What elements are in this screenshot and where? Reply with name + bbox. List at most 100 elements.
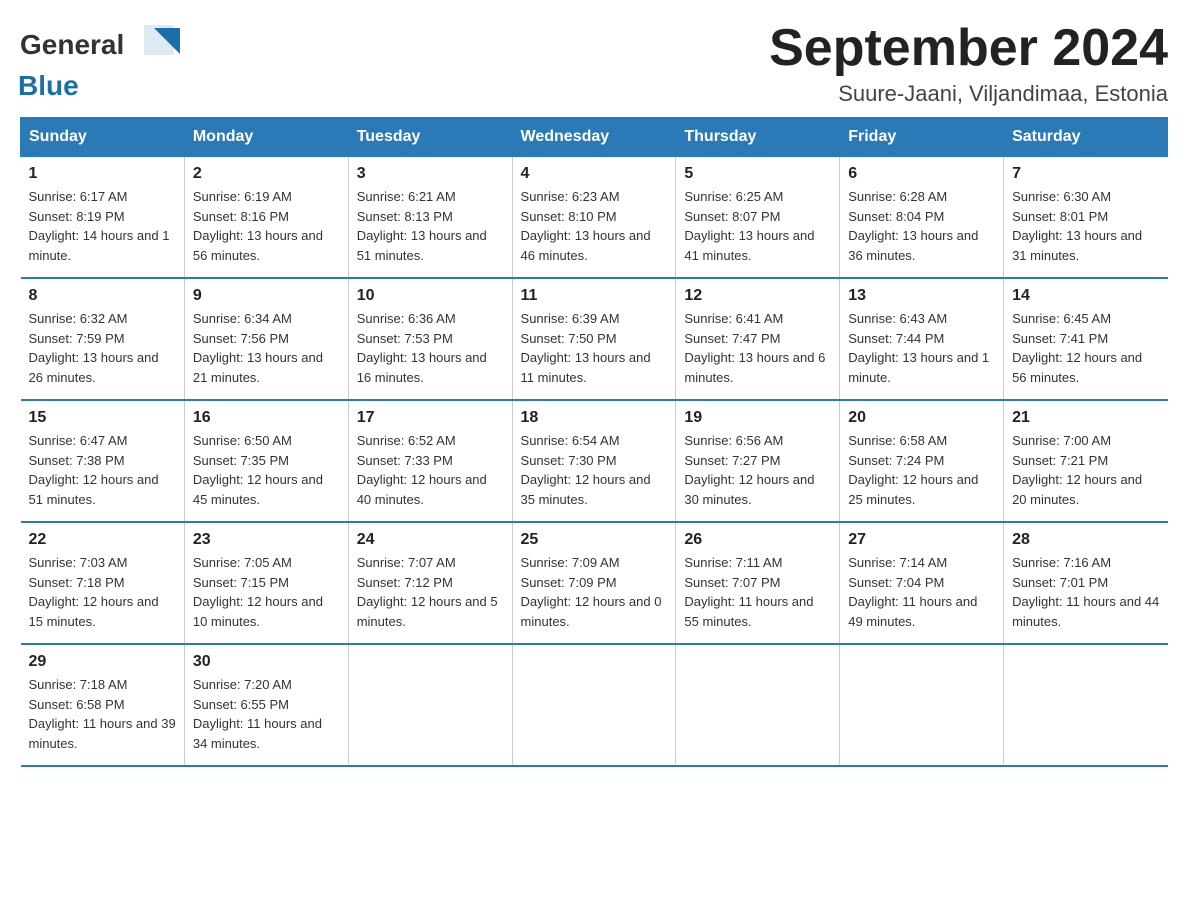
day-info: Sunrise: 6:34 AMSunset: 7:56 PMDaylight:… xyxy=(193,309,340,387)
day-number: 24 xyxy=(357,531,504,549)
day-info: Sunrise: 7:18 AMSunset: 6:58 PMDaylight:… xyxy=(29,675,176,753)
table-row: 8 Sunrise: 6:32 AMSunset: 7:59 PMDayligh… xyxy=(21,278,185,400)
table-row: 5 Sunrise: 6:25 AMSunset: 8:07 PMDayligh… xyxy=(676,157,840,279)
table-row: 29 Sunrise: 7:18 AMSunset: 6:58 PMDaylig… xyxy=(21,644,185,766)
table-row: 15 Sunrise: 6:47 AMSunset: 7:38 PMDaylig… xyxy=(21,400,185,522)
calendar-week-row: 8 Sunrise: 6:32 AMSunset: 7:59 PMDayligh… xyxy=(21,278,1168,400)
day-number: 15 xyxy=(29,409,176,427)
calendar-table: Sunday Monday Tuesday Wednesday Thursday… xyxy=(20,117,1168,767)
table-row: 17 Sunrise: 6:52 AMSunset: 7:33 PMDaylig… xyxy=(348,400,512,522)
day-number: 2 xyxy=(193,165,340,183)
day-number: 20 xyxy=(848,409,995,427)
day-number: 4 xyxy=(521,165,668,183)
table-row: 2 Sunrise: 6:19 AMSunset: 8:16 PMDayligh… xyxy=(184,157,348,279)
day-info: Sunrise: 6:32 AMSunset: 7:59 PMDaylight:… xyxy=(29,309,176,387)
col-tuesday: Tuesday xyxy=(348,118,512,157)
day-info: Sunrise: 6:19 AMSunset: 8:16 PMDaylight:… xyxy=(193,187,340,265)
day-number: 16 xyxy=(193,409,340,427)
table-row: 18 Sunrise: 6:54 AMSunset: 7:30 PMDaylig… xyxy=(512,400,676,522)
page-header: General Blue September 2024 Suure-Jaani,… xyxy=(20,20,1168,107)
day-number: 14 xyxy=(1012,287,1159,305)
day-info: Sunrise: 6:47 AMSunset: 7:38 PMDaylight:… xyxy=(29,431,176,509)
calendar-subtitle: Suure-Jaani, Viljandimaa, Estonia xyxy=(769,81,1168,107)
day-number: 22 xyxy=(29,531,176,549)
calendar-week-row: 22 Sunrise: 7:03 AMSunset: 7:18 PMDaylig… xyxy=(21,522,1168,644)
col-thursday: Thursday xyxy=(676,118,840,157)
day-number: 7 xyxy=(1012,165,1159,183)
table-row: 26 Sunrise: 7:11 AMSunset: 7:07 PMDaylig… xyxy=(676,522,840,644)
table-row: 9 Sunrise: 6:34 AMSunset: 7:56 PMDayligh… xyxy=(184,278,348,400)
col-saturday: Saturday xyxy=(1004,118,1168,157)
day-number: 6 xyxy=(848,165,995,183)
day-info: Sunrise: 6:50 AMSunset: 7:35 PMDaylight:… xyxy=(193,431,340,509)
day-info: Sunrise: 6:41 AMSunset: 7:47 PMDaylight:… xyxy=(684,309,831,387)
day-info: Sunrise: 7:00 AMSunset: 7:21 PMDaylight:… xyxy=(1012,431,1159,509)
table-row: 3 Sunrise: 6:21 AMSunset: 8:13 PMDayligh… xyxy=(348,157,512,279)
day-info: Sunrise: 7:07 AMSunset: 7:12 PMDaylight:… xyxy=(357,553,504,631)
table-row: 16 Sunrise: 6:50 AMSunset: 7:35 PMDaylig… xyxy=(184,400,348,522)
day-info: Sunrise: 6:58 AMSunset: 7:24 PMDaylight:… xyxy=(848,431,995,509)
day-number: 30 xyxy=(193,653,340,671)
day-number: 27 xyxy=(848,531,995,549)
table-row: 6 Sunrise: 6:28 AMSunset: 8:04 PMDayligh… xyxy=(840,157,1004,279)
title-block: September 2024 Suure-Jaani, Viljandimaa,… xyxy=(769,20,1168,107)
col-friday: Friday xyxy=(840,118,1004,157)
col-monday: Monday xyxy=(184,118,348,157)
day-number: 29 xyxy=(29,653,176,671)
day-number: 18 xyxy=(521,409,668,427)
day-info: Sunrise: 7:09 AMSunset: 7:09 PMDaylight:… xyxy=(521,553,668,631)
day-info: Sunrise: 6:21 AMSunset: 8:13 PMDaylight:… xyxy=(357,187,504,265)
calendar-title: September 2024 xyxy=(769,20,1168,77)
table-row: 12 Sunrise: 6:41 AMSunset: 7:47 PMDaylig… xyxy=(676,278,840,400)
day-number: 5 xyxy=(684,165,831,183)
day-info: Sunrise: 7:14 AMSunset: 7:04 PMDaylight:… xyxy=(848,553,995,631)
day-number: 23 xyxy=(193,531,340,549)
day-info: Sunrise: 7:03 AMSunset: 7:18 PMDaylight:… xyxy=(29,553,176,631)
table-row xyxy=(840,644,1004,766)
day-number: 28 xyxy=(1012,531,1159,549)
day-number: 9 xyxy=(193,287,340,305)
day-info: Sunrise: 6:52 AMSunset: 7:33 PMDaylight:… xyxy=(357,431,504,509)
table-row: 10 Sunrise: 6:36 AMSunset: 7:53 PMDaylig… xyxy=(348,278,512,400)
table-row: 21 Sunrise: 7:00 AMSunset: 7:21 PMDaylig… xyxy=(1004,400,1168,522)
day-info: Sunrise: 6:30 AMSunset: 8:01 PMDaylight:… xyxy=(1012,187,1159,265)
day-number: 13 xyxy=(848,287,995,305)
calendar-week-row: 1 Sunrise: 6:17 AMSunset: 8:19 PMDayligh… xyxy=(21,157,1168,279)
day-info: Sunrise: 7:05 AMSunset: 7:15 PMDaylight:… xyxy=(193,553,340,631)
logo-blue-text: Blue xyxy=(18,70,79,102)
col-sunday: Sunday xyxy=(21,118,185,157)
logo-general-text: General xyxy=(20,29,124,61)
day-info: Sunrise: 7:11 AMSunset: 7:07 PMDaylight:… xyxy=(684,553,831,631)
calendar-header-row: Sunday Monday Tuesday Wednesday Thursday… xyxy=(21,118,1168,157)
table-row: 7 Sunrise: 6:30 AMSunset: 8:01 PMDayligh… xyxy=(1004,157,1168,279)
logo: General Blue xyxy=(20,20,184,102)
day-number: 3 xyxy=(357,165,504,183)
day-number: 19 xyxy=(684,409,831,427)
day-number: 17 xyxy=(357,409,504,427)
table-row xyxy=(348,644,512,766)
day-info: Sunrise: 6:17 AMSunset: 8:19 PMDaylight:… xyxy=(29,187,176,265)
table-row: 28 Sunrise: 7:16 AMSunset: 7:01 PMDaylig… xyxy=(1004,522,1168,644)
day-number: 25 xyxy=(521,531,668,549)
table-row xyxy=(512,644,676,766)
day-number: 8 xyxy=(29,287,176,305)
table-row: 19 Sunrise: 6:56 AMSunset: 7:27 PMDaylig… xyxy=(676,400,840,522)
day-number: 11 xyxy=(521,287,668,305)
col-wednesday: Wednesday xyxy=(512,118,676,157)
day-info: Sunrise: 6:36 AMSunset: 7:53 PMDaylight:… xyxy=(357,309,504,387)
day-number: 26 xyxy=(684,531,831,549)
day-info: Sunrise: 7:20 AMSunset: 6:55 PMDaylight:… xyxy=(193,675,340,753)
day-info: Sunrise: 6:23 AMSunset: 8:10 PMDaylight:… xyxy=(521,187,668,265)
day-number: 12 xyxy=(684,287,831,305)
day-number: 1 xyxy=(29,165,176,183)
table-row: 23 Sunrise: 7:05 AMSunset: 7:15 PMDaylig… xyxy=(184,522,348,644)
day-info: Sunrise: 6:54 AMSunset: 7:30 PMDaylight:… xyxy=(521,431,668,509)
day-info: Sunrise: 6:56 AMSunset: 7:27 PMDaylight:… xyxy=(684,431,831,509)
table-row: 14 Sunrise: 6:45 AMSunset: 7:41 PMDaylig… xyxy=(1004,278,1168,400)
table-row: 1 Sunrise: 6:17 AMSunset: 8:19 PMDayligh… xyxy=(21,157,185,279)
table-row: 4 Sunrise: 6:23 AMSunset: 8:10 PMDayligh… xyxy=(512,157,676,279)
day-number: 21 xyxy=(1012,409,1159,427)
table-row xyxy=(1004,644,1168,766)
table-row: 25 Sunrise: 7:09 AMSunset: 7:09 PMDaylig… xyxy=(512,522,676,644)
day-info: Sunrise: 6:25 AMSunset: 8:07 PMDaylight:… xyxy=(684,187,831,265)
